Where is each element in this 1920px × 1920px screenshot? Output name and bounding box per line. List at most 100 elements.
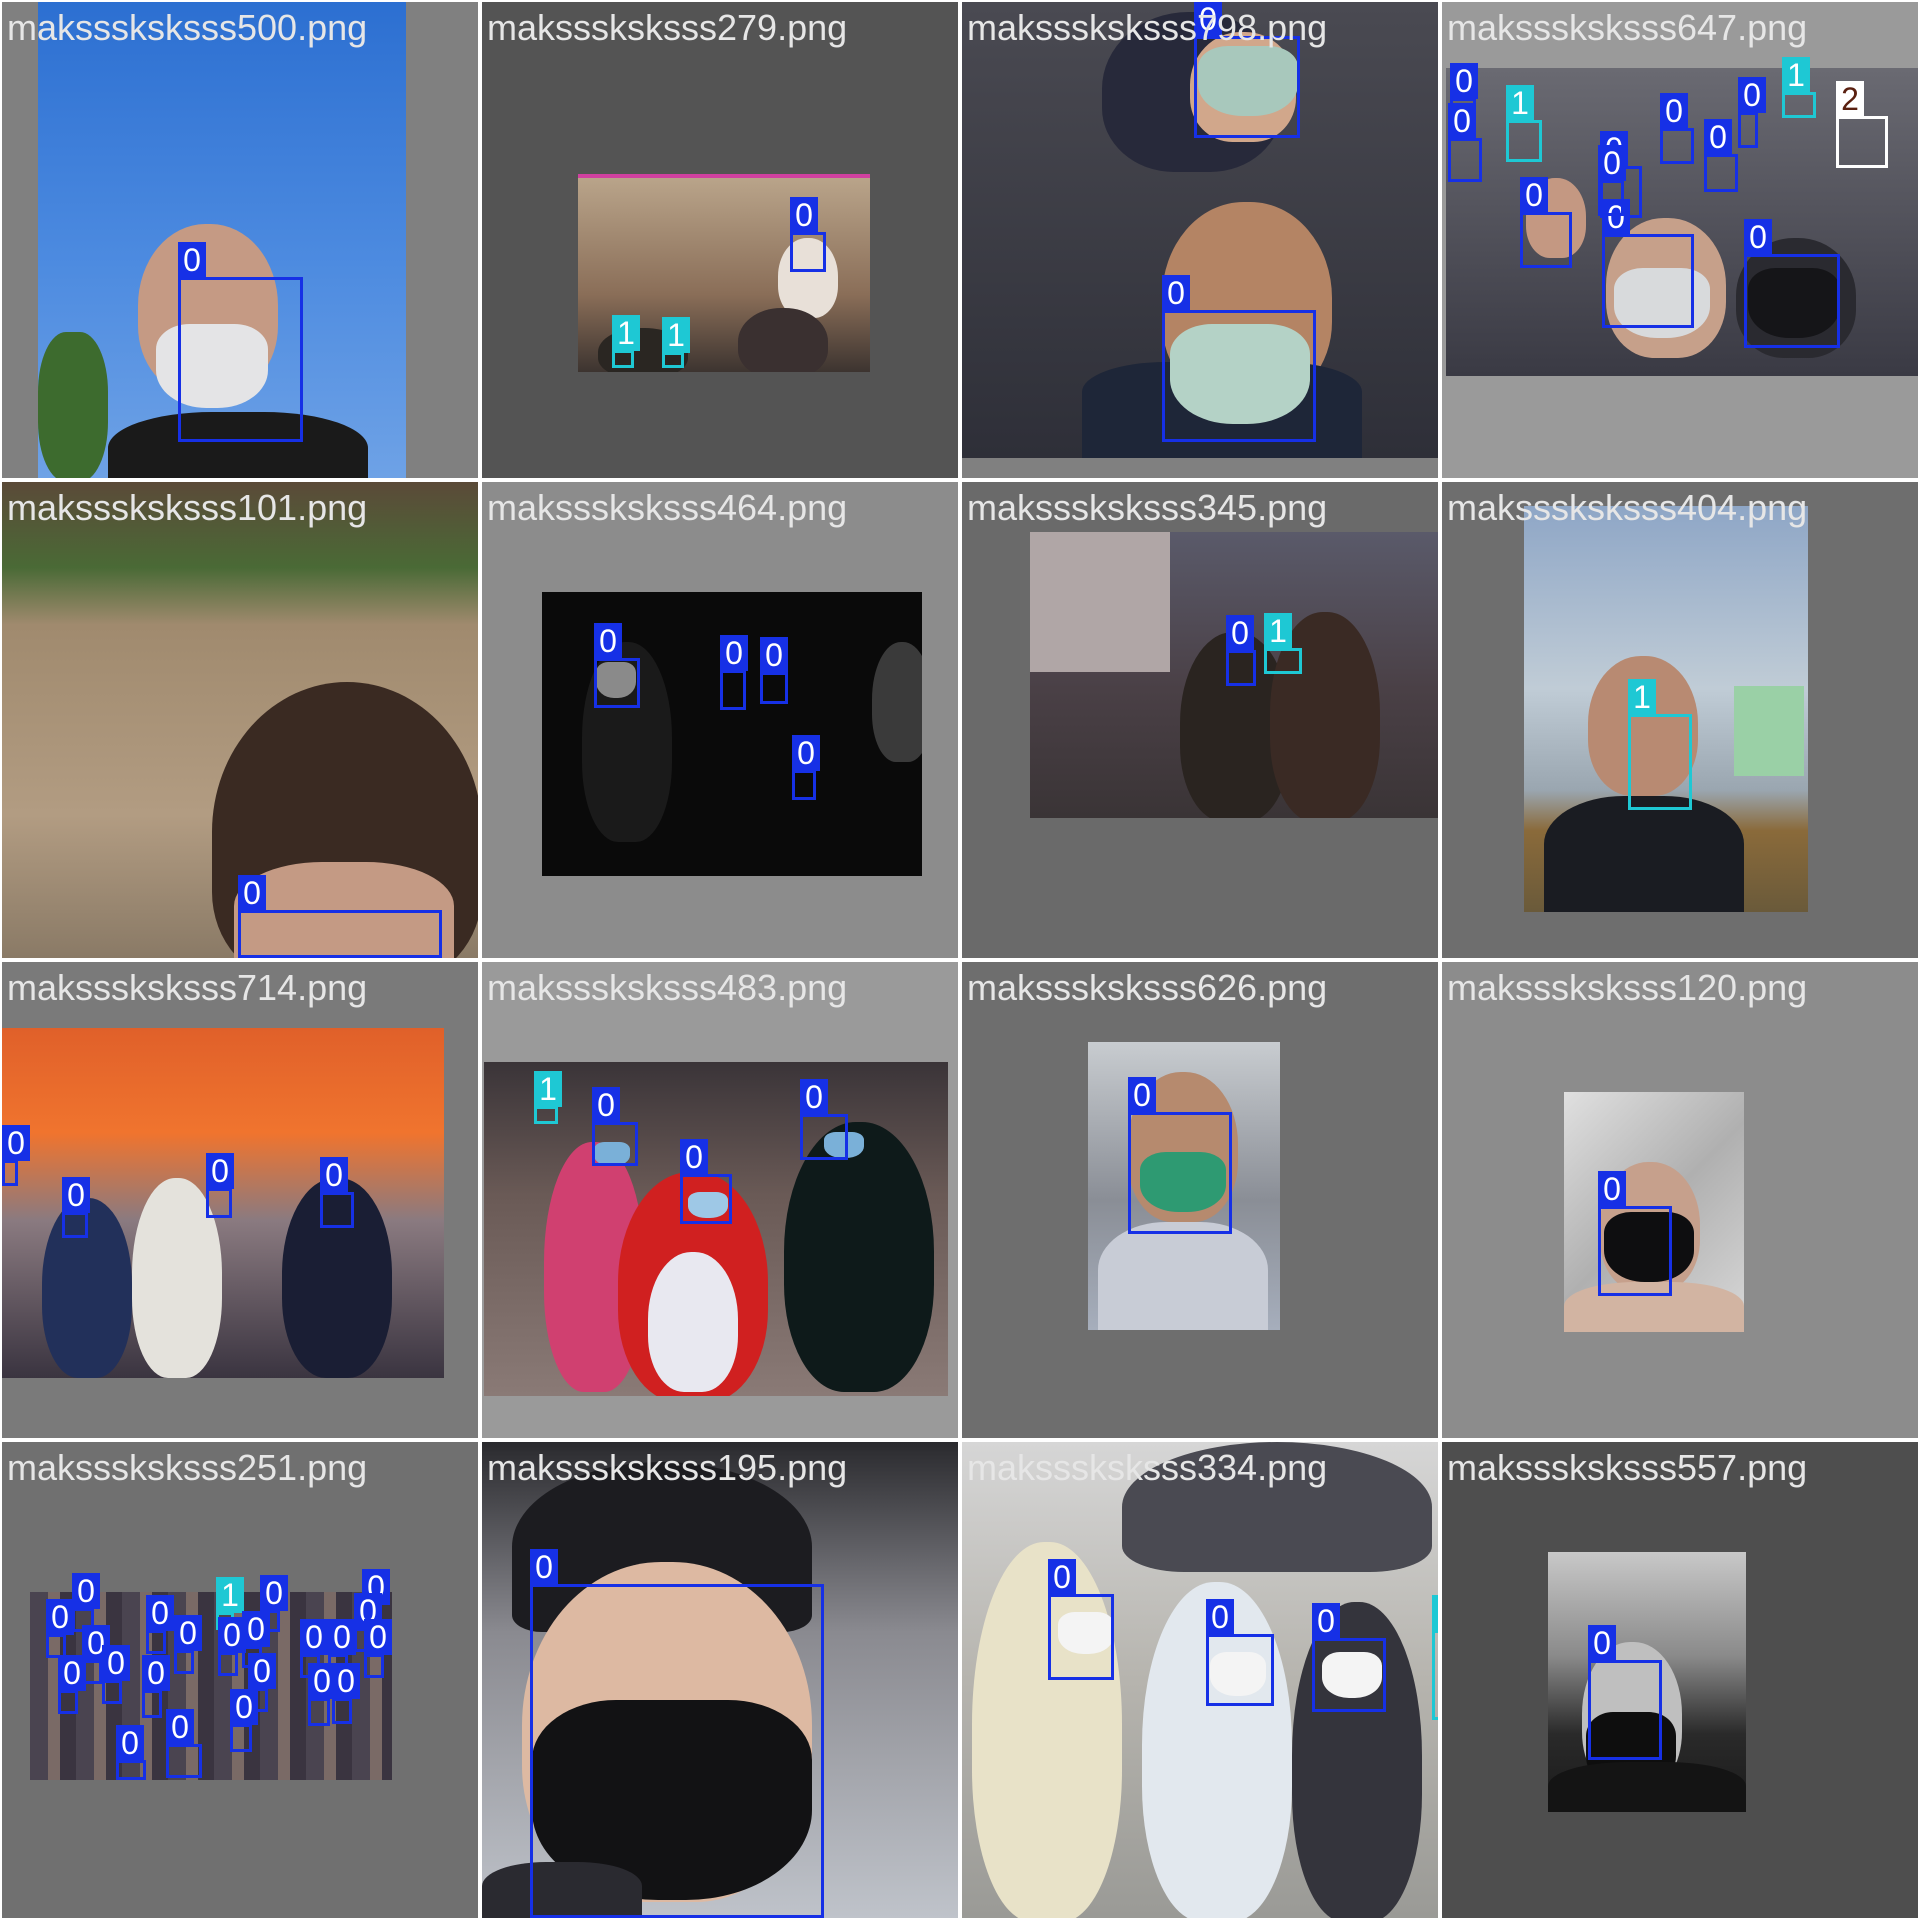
class-label: 0	[102, 1645, 130, 1681]
class-label: 0	[206, 1153, 234, 1189]
class-label: 1	[1506, 85, 1534, 121]
detection-box: 1	[1506, 85, 1542, 162]
class-label: 0	[1704, 119, 1732, 155]
class-label: 0	[62, 1177, 90, 1213]
class-label: 1	[216, 1577, 244, 1613]
class-label: 0	[1448, 103, 1476, 139]
class-label: 0	[1226, 615, 1254, 651]
class-label: 0	[760, 637, 788, 673]
filename-label: maksssksksss626.png	[967, 967, 1328, 1008]
detection-box: 0	[364, 1619, 392, 1678]
filename-label: maksssksksss464.png	[487, 487, 848, 528]
detection-box: 1	[1432, 1595, 1438, 1720]
detection-box: 0	[1744, 219, 1840, 348]
class-label: 0	[178, 242, 206, 278]
detection-box: 0	[174, 1615, 202, 1674]
tile-photo	[1524, 506, 1808, 912]
image-tile: 0 maksssksksss557.png	[1442, 1442, 1918, 1918]
filename-label: maksssksksss557.png	[1447, 1447, 1808, 1488]
image-tile: 0 0 0 0 maksssksksss464.png	[482, 482, 958, 958]
class-label: 0	[1660, 93, 1688, 129]
detection-box: 0	[1738, 77, 1766, 148]
class-label: 0	[248, 1653, 276, 1689]
class-label: 0	[146, 1595, 174, 1631]
class-label: 0	[2, 1125, 30, 1161]
filename-label: maksssksksss483.png	[487, 967, 848, 1008]
detection-box: 2	[1836, 81, 1888, 168]
detection-box: 0	[792, 735, 820, 800]
image-tile: 0 0 1 0 0 0 0 1 2 0 0 0 0 maksssksksss64…	[1442, 2, 1918, 478]
image-tile: 1 0 0 0 maksssksksss483.png	[482, 962, 958, 1438]
class-label: 0	[142, 1655, 170, 1691]
class-label: 0	[792, 735, 820, 771]
class-label: 0	[1312, 1603, 1340, 1639]
detection-box: 0	[166, 1709, 202, 1778]
image-tile: 0 maksssksksss195.png	[482, 1442, 958, 1918]
class-label: 0	[1048, 1559, 1076, 1595]
detection-box: 0	[530, 1549, 824, 1918]
class-label: 1	[612, 315, 640, 351]
detection-box: 0	[142, 1655, 170, 1718]
image-tile: 0 0 maksssksksss798.png	[962, 2, 1438, 478]
detection-box: 1	[534, 1071, 562, 1124]
detection-box: 1	[662, 317, 690, 368]
image-tile: 0 maksssksksss120.png	[1442, 962, 1918, 1438]
class-label: 0	[166, 1709, 194, 1745]
detection-box: 0	[332, 1663, 360, 1724]
filename-label: maksssksksss714.png	[7, 967, 368, 1008]
detection-box: 0	[1520, 177, 1572, 268]
filename-label: maksssksksss101.png	[7, 487, 368, 528]
class-label: 0	[174, 1615, 202, 1651]
class-label: 0	[72, 1573, 100, 1609]
class-label: 0	[1744, 219, 1772, 255]
filename-label: maksssksksss279.png	[487, 7, 848, 48]
class-label: 1	[1782, 57, 1810, 93]
detection-box: 0	[230, 1689, 258, 1752]
class-label: 0	[790, 197, 818, 233]
detection-box: 1	[1782, 57, 1816, 118]
class-label: 0	[1520, 177, 1548, 213]
detection-box: 0	[1602, 199, 1694, 328]
class-label: 0	[328, 1619, 356, 1655]
detection-box: 0	[1206, 1599, 1274, 1706]
class-label: 0	[242, 1611, 270, 1647]
filename-label: maksssksksss345.png	[967, 487, 1328, 528]
detection-box: 0	[308, 1663, 336, 1726]
class-label: 0	[530, 1549, 558, 1585]
image-tile: 0 0 0 0 maksssksksss714.png	[2, 962, 478, 1438]
filename-label: maksssksksss798.png	[967, 7, 1328, 48]
class-label: 0	[58, 1655, 86, 1691]
detection-box: 0	[594, 623, 640, 708]
detection-box: 1	[1264, 613, 1302, 674]
filename-label: maksssksksss334.png	[967, 1447, 1328, 1488]
class-label: 0	[116, 1725, 144, 1761]
detection-box: 0	[592, 1087, 638, 1166]
class-label: 1	[662, 317, 690, 353]
image-tile: 0 maksssksksss500.png	[2, 2, 478, 478]
detection-box: 0	[800, 1079, 848, 1160]
class-label: 0	[230, 1689, 258, 1725]
image-tile: 0 1 0 0 0 0 0 0 0 0 0 0 0 0 0 0 0 0 0 0 …	[2, 1442, 478, 1918]
detection-box: 0	[206, 1153, 234, 1218]
image-tile: 1 maksssksksss404.png	[1442, 482, 1918, 958]
class-label: 0	[260, 1575, 288, 1611]
detection-box: 0	[760, 637, 788, 704]
detection-box: 0	[1598, 145, 1626, 216]
filename-label: maksssksksss647.png	[1447, 7, 1808, 48]
class-label: 0	[1598, 1171, 1626, 1207]
detection-box: 0	[1660, 93, 1694, 164]
class-label: 0	[680, 1139, 708, 1175]
detection-box: 0	[238, 875, 442, 958]
detection-box: 0	[680, 1139, 732, 1224]
image-tile: 0 1 1 maksssksksss279.png	[482, 2, 958, 478]
detection-box: 0	[1128, 1077, 1232, 1234]
filename-label: maksssksksss120.png	[1447, 967, 1808, 1008]
mosaic-grid: 0 maksssksksss500.png 0 1 1 maksssksksss…	[0, 0, 1920, 1920]
detection-box: 0	[146, 1595, 174, 1654]
detection-box: 0	[1162, 275, 1316, 442]
class-label: 0	[332, 1663, 360, 1699]
detection-box: 0	[58, 1655, 86, 1714]
detection-box: 0	[218, 1617, 246, 1676]
image-tile: 0 maksssksksss101.png	[2, 482, 478, 958]
detection-box: 1	[612, 315, 640, 368]
